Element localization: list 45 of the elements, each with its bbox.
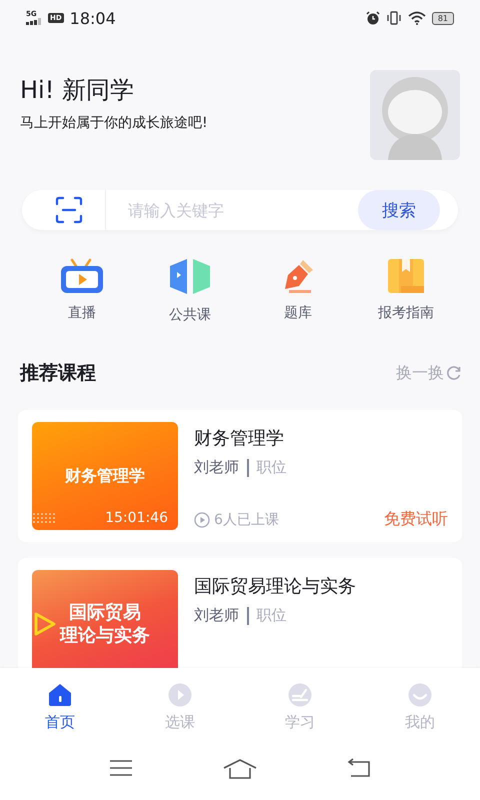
teacher-name: 刘老师 — [194, 458, 239, 477]
play-icon — [168, 682, 192, 706]
scan-icon[interactable] — [55, 196, 83, 224]
course-card[interactable]: 财务管理学 15:01:46 财务管理学 刘老师 职位 6人已上课 免费试听 — [18, 410, 462, 542]
back-icon[interactable] — [347, 758, 371, 778]
cover-title: 财务管理学 — [65, 466, 145, 486]
tv-icon — [60, 258, 104, 294]
cover-title: 理论与实务 — [60, 624, 150, 648]
search-field[interactable]: 请输入关键字 搜索 — [22, 190, 458, 230]
shortcut-item[interactable]: 报考指南 — [352, 258, 460, 324]
wifi-icon — [408, 11, 426, 25]
course-title: 国际贸易理论与实务 — [194, 575, 357, 598]
shortcut-item[interactable]: 公共课 — [136, 258, 244, 324]
signal-icon — [26, 18, 42, 25]
alarm-icon — [366, 11, 380, 25]
student-count: 6人已上课 — [214, 510, 279, 528]
play-icon — [34, 612, 56, 636]
course-title: 财务管理学 — [194, 427, 285, 450]
greeting-subtitle: 马上开始属于你的成长旅途吧! — [20, 114, 208, 132]
pen-icon — [288, 682, 312, 706]
menu-icon[interactable] — [109, 758, 133, 778]
refresh-icon — [446, 365, 462, 381]
teacher-name: 刘老师 — [194, 606, 239, 625]
book-icon — [167, 258, 213, 296]
smile-icon — [408, 682, 432, 706]
box-icon — [387, 258, 425, 294]
home-icon — [48, 682, 72, 706]
vibrate-icon — [386, 11, 402, 25]
free-trial-link[interactable]: 免费试听 — [384, 509, 448, 530]
battery-level: 81 — [432, 12, 454, 24]
course-card[interactable]: 国际贸易 理论与实务 国际贸易理论与实务 刘老师 职位 — [18, 558, 462, 668]
clock: 18:04 — [70, 8, 116, 28]
home-icon[interactable] — [223, 758, 257, 780]
tab-item[interactable]: 首页 — [0, 668, 120, 746]
video-duration: 15:01:46 — [105, 510, 168, 526]
search-button[interactable]: 搜索 — [358, 190, 440, 230]
greeting-title: Hi! 新同学 — [20, 75, 135, 106]
shortcut-item[interactable]: 题库 — [244, 258, 352, 324]
dots-icon — [32, 512, 56, 524]
play-icon — [194, 512, 210, 528]
section-title: 推荐课程 — [20, 361, 96, 386]
teacher-position: 职位 — [256, 458, 286, 477]
cover-title: 国际贸易 — [69, 600, 141, 624]
shortcut-item[interactable]: 直播 — [28, 258, 136, 324]
teacher-position: 职位 — [256, 606, 286, 625]
